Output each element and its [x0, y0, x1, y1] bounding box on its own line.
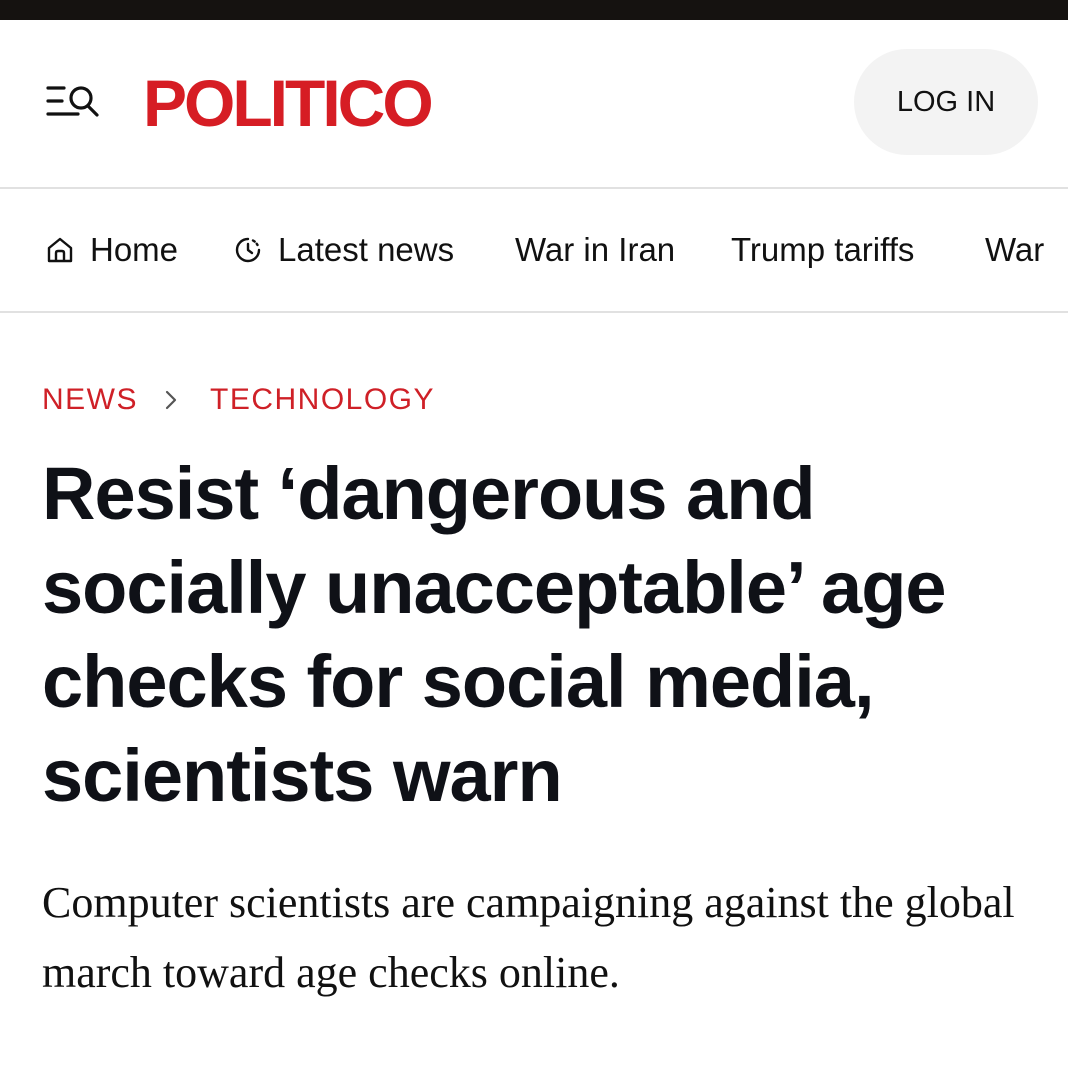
article-headline: Resist ‘dangerous and socially unaccepta… [42, 452, 947, 817]
nav-item-trump-tariffs[interactable]: Trump tariffs [731, 189, 914, 311]
breadcrumb-news[interactable]: NEWS [42, 383, 138, 417]
section-nav: Home Latest news War in Iran Trump tarif… [0, 189, 1068, 313]
nav-item-label: Trump tariffs [731, 231, 915, 268]
nav-item-home[interactable]: Home [44, 189, 178, 311]
nav-item-label: War [985, 231, 1045, 268]
status-strip [0, 0, 1068, 20]
home-icon [44, 234, 76, 266]
article-dek: Computer scientists are campaigning agai… [42, 878, 1015, 997]
nav-item-label: Latest news [278, 231, 455, 268]
breadcrumb: NEWS TECHNOLOGY [42, 380, 435, 420]
nav-item-label: War in Iran [515, 231, 676, 268]
site-header: POLITICO LOG IN [0, 20, 1068, 189]
chevron-right-icon [164, 389, 178, 411]
menu-search-button[interactable] [44, 82, 104, 124]
politico-logo[interactable]: POLITICO [143, 63, 434, 143]
menu-search-icon [46, 86, 99, 117]
nav-item-war-in-iran[interactable]: War in Iran [515, 189, 675, 311]
nav-item-latest-news[interactable]: Latest news [232, 189, 454, 311]
clock-icon [232, 234, 264, 266]
nav-item-war[interactable]: War [985, 189, 1044, 311]
nav-item-label: Home [90, 231, 179, 268]
login-button[interactable]: LOG IN [854, 49, 1038, 155]
breadcrumb-technology[interactable]: TECHNOLOGY [210, 383, 435, 417]
